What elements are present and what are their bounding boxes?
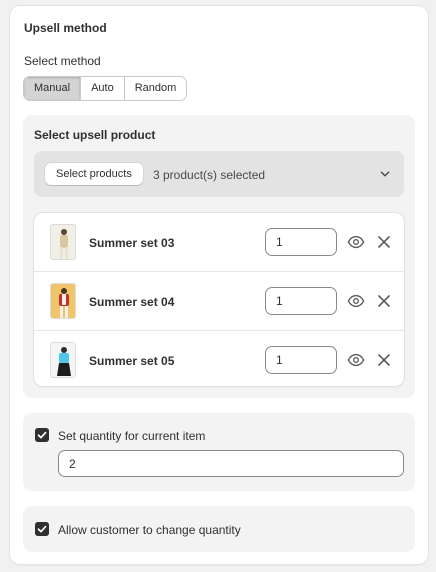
close-icon[interactable] [377, 353, 391, 367]
close-icon[interactable] [377, 235, 391, 249]
chevron-down-icon[interactable] [376, 165, 394, 183]
card-title: Upsell method [24, 21, 107, 35]
product-row: Summer set 04 [34, 272, 404, 331]
eye-icon[interactable] [347, 293, 365, 309]
method-random-button[interactable]: Random [124, 77, 187, 100]
set-quantity-checkbox[interactable] [35, 428, 49, 442]
product-name: Summer set 04 [89, 295, 175, 309]
select-method-label: Select method [24, 54, 101, 68]
product-quantity-input[interactable] [265, 287, 337, 315]
select-products-button[interactable]: Select products [45, 163, 143, 185]
product-name: Summer set 05 [89, 354, 175, 368]
method-segmented-control: Manual Auto Random [23, 76, 188, 101]
allow-change-checkbox[interactable] [35, 522, 49, 536]
allow-change-label: Allow customer to change quantity [58, 523, 241, 537]
allow-change-panel: Allow customer to change quantity [23, 506, 415, 552]
method-manual-button[interactable]: Manual [24, 77, 82, 100]
upsell-product-title: Select upsell product [34, 128, 156, 142]
product-quantity-input[interactable] [265, 228, 337, 256]
product-thumbnail [50, 224, 76, 260]
product-quantity-input[interactable] [265, 346, 337, 374]
set-quantity-label: Set quantity for current item [58, 429, 206, 443]
product-thumbnail [50, 283, 76, 319]
set-quantity-panel: Set quantity for current item [23, 413, 415, 491]
product-thumbnail [50, 342, 76, 378]
close-icon[interactable] [377, 294, 391, 308]
upsell-method-card: Upsell method Select method Manual Auto … [10, 6, 428, 564]
selected-count-text: 3 product(s) selected [153, 168, 266, 182]
eye-icon[interactable] [347, 352, 365, 368]
method-auto-button[interactable]: Auto [81, 77, 125, 100]
product-selector[interactable]: Select products 3 product(s) selected [34, 151, 404, 197]
upsell-product-panel: Select upsell product Select products 3 … [23, 115, 415, 398]
product-list: Summer set 03 1 Summer set 04 1 Summer s… [34, 213, 404, 386]
eye-icon[interactable] [347, 234, 365, 250]
product-name: Summer set 03 [89, 236, 175, 250]
product-row: Summer set 05 [34, 331, 404, 386]
product-row: Summer set 03 [34, 213, 404, 272]
quantity-input[interactable] [58, 450, 404, 477]
